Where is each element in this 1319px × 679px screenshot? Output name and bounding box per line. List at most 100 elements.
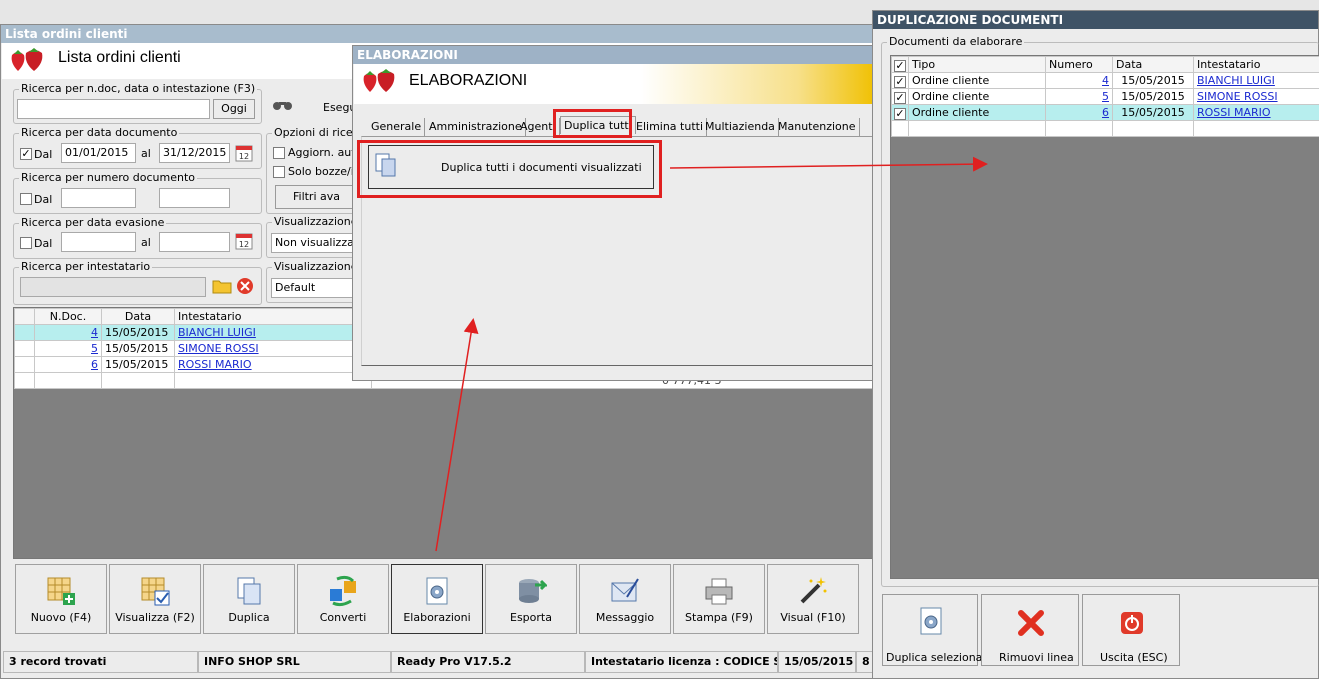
advanced-filters-button[interactable]: Filtri ava: [275, 185, 358, 209]
visual-button[interactable]: Visual (F10): [767, 564, 859, 634]
row-checkbox[interactable]: ✓: [894, 76, 906, 88]
dup-header-numero[interactable]: Numero: [1045, 56, 1113, 73]
date-evasione-to-input[interactable]: [159, 232, 230, 252]
customer-link[interactable]: SIMONE ROSSI: [178, 342, 259, 355]
today-button[interactable]: Oggi: [213, 99, 255, 119]
message-button[interactable]: Messaggio: [579, 564, 671, 634]
table-row[interactable]: ✓ Ordine cliente 6 15/05/2015 ROSSI MARI…: [891, 104, 1319, 121]
dup-numero-link[interactable]: 5: [1102, 90, 1109, 103]
visual-button-label: Visual (F10): [780, 611, 846, 624]
drafts-only-checkbox[interactable]: [273, 166, 285, 178]
dup-docs-label: Documenti da elaborare: [887, 35, 1025, 48]
grid-header-date[interactable]: Data: [101, 308, 175, 325]
select-all-cell[interactable]: ✓: [891, 56, 909, 73]
num-doc-from-input[interactable]: [61, 188, 136, 208]
date-doc-from-input[interactable]: 01/01/2015: [61, 143, 136, 163]
search-text-label: Ricerca per n.doc, data o intestazione (…: [19, 82, 258, 95]
new-grid-icon: [47, 577, 75, 605]
row-checkbox[interactable]: ✓: [894, 92, 906, 104]
status-company: INFO SHOP SRL: [198, 651, 391, 673]
database-export-icon: [519, 579, 547, 603]
new-button[interactable]: Nuovo (F4): [15, 564, 107, 634]
row-checkbox[interactable]: ✓: [894, 108, 906, 120]
dup-intestatario-link[interactable]: ROSSI MARIO: [1197, 106, 1271, 119]
convert-button[interactable]: Converti: [297, 564, 389, 634]
vis-d-select[interactable]: Non visualizzare: [271, 233, 358, 253]
red-x-icon: [1018, 610, 1044, 636]
tab-manutenzione[interactable]: Manutenzione: [775, 118, 860, 136]
clear-icon[interactable]: [236, 277, 254, 295]
message-button-label: Messaggio: [595, 611, 655, 624]
dup-header-data[interactable]: Data: [1112, 56, 1194, 73]
dup-titlebar: DUPLICAZIONE DOCUMENTI: [873, 11, 1318, 29]
dup-numero-link[interactable]: 6: [1102, 106, 1109, 119]
folder-icon[interactable]: [212, 277, 232, 295]
view-button[interactable]: Visualizza (F2): [109, 564, 201, 634]
tab-amministrazione[interactable]: Amministrazione: [426, 118, 526, 136]
tab-generale[interactable]: Generale: [368, 118, 426, 136]
exit-button[interactable]: Uscita (ESC): [1082, 594, 1180, 666]
date-evasione-checkbox[interactable]: [20, 237, 32, 249]
power-icon: [1121, 612, 1143, 634]
elab-titlebar: ELABORAZIONI: [353, 46, 875, 64]
status-version: Ready Pro V17.5.2: [391, 651, 585, 673]
dup-numero-link[interactable]: 4: [1102, 74, 1109, 87]
duplicate-selected-button[interactable]: Duplica selezionati: [882, 594, 990, 666]
magic-wand-icon: [800, 577, 827, 604]
doc-num-link[interactable]: 5: [91, 342, 98, 355]
intestatario-input[interactable]: [20, 277, 206, 297]
doc-num-link[interactable]: 6: [91, 358, 98, 371]
table-row[interactable]: ✓ Ordine cliente 5 15/05/2015 SIMONE ROS…: [891, 88, 1319, 105]
dup-intestatario-link[interactable]: BIANCHI LUIGI: [1197, 74, 1275, 87]
doc-num-link[interactable]: 4: [91, 326, 98, 339]
dup-header-tipo[interactable]: Tipo: [908, 56, 1046, 73]
strawberry-logo-icon: [363, 69, 395, 92]
gear-document-icon: [426, 577, 448, 605]
elaborations-button[interactable]: Elaborazioni: [391, 564, 483, 634]
table-row[interactable]: ✓ Ordine cliente 4 15/05/2015 BIANCHI LU…: [891, 72, 1319, 89]
calendar-icon[interactable]: 12: [235, 144, 253, 162]
convert-icon: [330, 575, 356, 607]
date-evasione-dal-label: Dal: [34, 237, 53, 250]
num-doc-to-input[interactable]: [159, 188, 230, 208]
remove-line-label: Rimuovi linea: [999, 651, 1074, 664]
remove-line-button[interactable]: Rimuovi linea: [981, 594, 1079, 666]
dup-intestatario-link[interactable]: SIMONE ROSSI: [1197, 90, 1278, 103]
num-doc-label: Ricerca per numero documento: [19, 171, 198, 184]
dup-header-intestatario[interactable]: Intestatario: [1193, 56, 1319, 73]
export-button[interactable]: Esporta: [485, 564, 577, 634]
svg-text:12: 12: [239, 240, 249, 249]
select-all-checkbox[interactable]: ✓: [894, 60, 906, 72]
dup-tipo: Ordine cliente: [908, 104, 1046, 121]
date-evasione-al-label: al: [141, 236, 151, 249]
date-doc-checkbox[interactable]: ✓: [20, 148, 32, 160]
tab-multiazienda[interactable]: Multiazienda: [702, 118, 779, 136]
date-doc-al-label: al: [141, 147, 151, 160]
grid-header-num[interactable]: N.Doc.: [34, 308, 102, 325]
date-doc-to-input[interactable]: 31/12/2015: [159, 143, 230, 163]
envelope-icon: [611, 578, 639, 602]
date-evasione-label: Ricerca per data evasione: [19, 216, 167, 229]
duplicate-button[interactable]: Duplica: [203, 564, 295, 634]
customer-link[interactable]: ROSSI MARIO: [178, 358, 252, 371]
date-evasione-from-input[interactable]: [61, 232, 136, 252]
auto-update-checkbox[interactable]: [273, 147, 285, 159]
duplicate-all-button[interactable]: Duplica tutti i documenti visualizzati: [368, 145, 654, 189]
status-license: Intestatario licenza : CODICE SRL: [585, 651, 778, 673]
customer-link[interactable]: BIANCHI LUIGI: [178, 326, 256, 339]
search-text-input[interactable]: [17, 99, 210, 119]
print-button[interactable]: Stampa (F9): [673, 564, 765, 634]
status-records: 3 record trovati: [3, 651, 198, 673]
new-button-label: Nuovo (F4): [30, 611, 92, 624]
calendar-icon[interactable]: 12: [235, 232, 253, 250]
duplicate-docs-icon: [375, 153, 396, 177]
svg-text:12: 12: [239, 152, 249, 161]
tab-elimina-tutti[interactable]: Elimina tutti: [633, 118, 708, 136]
num-doc-checkbox[interactable]: [20, 193, 32, 205]
doc-date: 15/05/2015: [101, 340, 175, 357]
view-button-label: Visualizza (F2): [115, 611, 195, 624]
printer-icon: [705, 578, 733, 605]
vis-select[interactable]: Default: [271, 278, 358, 298]
grid-header-name[interactable]: Intestatario: [174, 308, 372, 325]
binoculars-icon: [273, 102, 292, 110]
